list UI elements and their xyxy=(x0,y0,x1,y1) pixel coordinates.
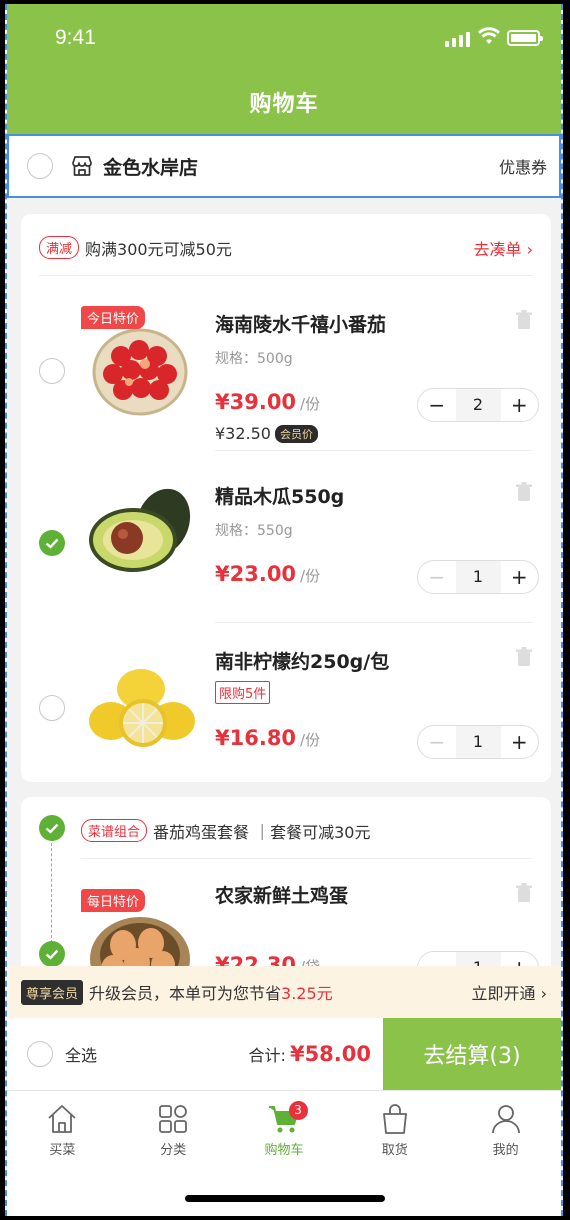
item-name[interactable]: 南非柠檬约250g/包 xyxy=(215,647,389,674)
battery-icon xyxy=(507,30,543,46)
special-badge: 今日特价 xyxy=(81,306,146,329)
home-icon xyxy=(48,1105,77,1133)
store-icon xyxy=(72,156,92,176)
tab-label: 分类 xyxy=(160,1143,187,1158)
tab-label: 我的 xyxy=(492,1143,519,1158)
combo-select-radio[interactable] xyxy=(39,815,65,841)
combo-text: 番茄鸡蛋套餐 ｜套餐可减30元 xyxy=(153,822,371,842)
page-title: 购物车 xyxy=(249,92,319,117)
coupon-link[interactable]: 优惠券 xyxy=(499,154,547,178)
vip-open-link[interactable]: 立即开通 › xyxy=(472,980,548,1004)
status-time: 9:41 xyxy=(55,26,96,49)
quantity-value[interactable]: 1 xyxy=(455,561,501,593)
combo-row: 菜谱组合 番茄鸡蛋套餐 ｜套餐可减30元 xyxy=(81,815,533,859)
quantity-stepper[interactable]: −1+ xyxy=(417,725,539,759)
minus-button[interactable]: − xyxy=(418,389,456,421)
trash-icon[interactable] xyxy=(515,883,533,903)
promo-text: 购满300元可减50元 xyxy=(85,239,232,259)
item-name[interactable]: 精品木瓜550g xyxy=(215,482,344,509)
item-select-radio[interactable] xyxy=(39,695,65,721)
minus-button[interactable]: − xyxy=(418,561,456,593)
item-price: ¥39.00/份 xyxy=(215,390,321,414)
cart-item: 南非柠檬约250g/包 限购5件 ¥16.80/份 −1 + xyxy=(21,623,551,773)
special-badge: 每日特价 xyxy=(81,889,146,912)
select-all-label[interactable]: 全选 xyxy=(65,1042,249,1066)
vip-saving: 3.25元 xyxy=(281,984,333,1003)
cart-count-badge: 3 xyxy=(288,1101,308,1120)
wifi-icon xyxy=(478,27,500,44)
member-tag: 会员价 xyxy=(274,424,318,443)
trash-icon[interactable] xyxy=(515,310,533,330)
tab-mine[interactable]: 我的 xyxy=(450,1091,561,1216)
quantity-stepper[interactable]: −1+ xyxy=(417,560,539,594)
signal-icon xyxy=(445,32,470,47)
top-bar: 9:41 购物车 xyxy=(7,4,561,134)
select-all-radio[interactable] xyxy=(27,1041,53,1067)
avocado-image[interactable] xyxy=(81,478,199,596)
phone-screen: 9:41 购物车 金色水岸店 优惠券 满减 购满300元可减50元 去凑单 › … xyxy=(5,4,563,1216)
item-select-radio[interactable] xyxy=(39,530,65,556)
add-more-link[interactable]: 去凑单 › xyxy=(474,236,534,260)
vip-tag: 尊享会员 xyxy=(21,979,84,1005)
plus-button[interactable]: + xyxy=(501,561,539,593)
cart-item: 精品木瓜550g 规格：550g ¥23.00/份 −1 + xyxy=(21,458,551,623)
vip-banner[interactable]: 尊享会员 升级会员，本单可为您节省3.25元 立即开通 › xyxy=(7,966,561,1018)
plus-button[interactable]: + xyxy=(501,389,539,421)
item-spec: 规格：550g xyxy=(215,523,293,539)
tab-label: 买菜 xyxy=(49,1143,76,1158)
cart-item: 今日特价 海南陵水千禧小番茄 规格：500g ¥39.00/份 ¥32.50 会员… xyxy=(21,286,551,451)
trash-icon[interactable] xyxy=(515,482,533,502)
store-name[interactable]: 金色水岸店 xyxy=(103,153,499,180)
bag-icon xyxy=(382,1104,407,1134)
item-select-radio[interactable] xyxy=(39,358,65,384)
store-select-radio[interactable] xyxy=(27,153,53,179)
tomato-image[interactable]: 今日特价 xyxy=(81,306,199,424)
minus-button[interactable]: − xyxy=(418,726,456,758)
grid-icon xyxy=(159,1105,188,1133)
quantity-stepper[interactable]: −2 + xyxy=(417,388,539,422)
divider xyxy=(215,450,533,451)
plus-button[interactable]: + xyxy=(501,726,539,758)
tab-label: 取货 xyxy=(381,1143,408,1158)
trash-icon[interactable] xyxy=(515,647,533,667)
vip-text: 升级会员，本单可为您节省3.25元 xyxy=(89,984,333,1003)
promo-row: 满减 购满300元可减50元 去凑单 › xyxy=(39,232,533,276)
tab-buy[interactable]: 买菜 xyxy=(7,1091,118,1216)
item-price: ¥16.80/份 xyxy=(215,726,321,750)
total-price: 合计: ¥58.00 xyxy=(248,1042,371,1066)
item-spec: 规格：500g xyxy=(215,351,293,367)
promo-tag: 满减 xyxy=(39,236,80,259)
combo-tag: 菜谱组合 xyxy=(81,819,148,842)
item-name[interactable]: 农家新鲜土鸡蛋 xyxy=(215,881,348,908)
item-name[interactable]: 海南陵水千禧小番茄 xyxy=(215,310,386,337)
item-price: ¥23.00/份 xyxy=(215,562,321,586)
home-indicator[interactable] xyxy=(185,1195,385,1202)
user-icon xyxy=(491,1105,520,1134)
tab-label: 购物车 xyxy=(264,1143,304,1158)
store-row[interactable]: 金色水岸店 优惠券 xyxy=(7,134,561,198)
member-price: ¥32.50 会员价 xyxy=(215,424,318,443)
quantity-value[interactable]: 1 xyxy=(455,726,501,758)
tab-bar: 买菜 分类 3 购物车 取货 我的 xyxy=(7,1090,561,1216)
checkout-button[interactable]: 去结算(3) xyxy=(383,1018,561,1090)
lemon-image[interactable] xyxy=(81,643,199,761)
cart-card-store: 满减 购满300元可减50元 去凑单 › 今日特价 海南陵水千禧小番茄 规格：5… xyxy=(21,214,551,782)
limit-tag: 限购5件 xyxy=(215,681,271,704)
item-select-radio[interactable] xyxy=(39,941,65,967)
checkout-bar: 全选 合计: ¥58.00 去结算(3) xyxy=(7,1018,561,1090)
quantity-value[interactable]: 2 xyxy=(455,389,501,421)
